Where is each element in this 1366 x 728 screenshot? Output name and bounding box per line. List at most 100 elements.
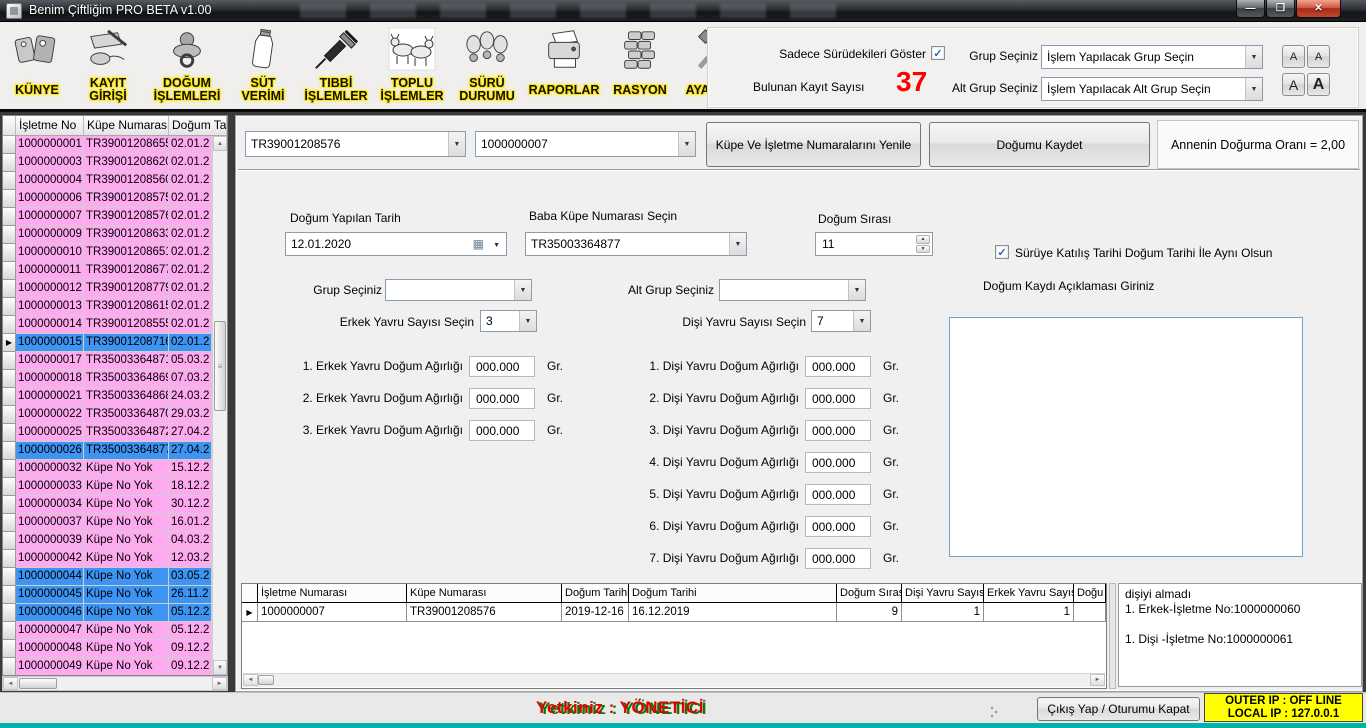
subgroup-select-combo[interactable]: İşlem Yapılacak Alt Grup Seçin [1041, 77, 1263, 101]
weight-input[interactable]: 000.000 [469, 388, 535, 409]
cell[interactable]: Küpe No Yok [84, 514, 169, 532]
cell[interactable]: Küpe No Yok [84, 532, 169, 550]
vertical-scrollbar[interactable] [1109, 583, 1116, 689]
cell[interactable]: TR39001208576 [84, 208, 169, 226]
cell[interactable]: TR35003364870 [84, 406, 169, 424]
row-selector[interactable] [3, 424, 16, 442]
animal-row[interactable]: 1000000003TR3900120862002.01.2 [3, 154, 212, 172]
column-header[interactable]: Doğum Tarihi [562, 584, 629, 602]
birth-grid-row[interactable]: 1000000007 TR39001208576 2019-12-16 16.1… [242, 603, 1106, 622]
cell[interactable]: 02.01.2 [169, 190, 212, 208]
animal-row[interactable]: 1000000018TR3500336486907.03.2 [3, 370, 212, 388]
cell[interactable]: 1000000047 [16, 622, 84, 640]
row-selector[interactable] [3, 172, 16, 190]
toolbar-item-dogum-islemleri[interactable]: DOĞUM İŞLEMLERİ [146, 24, 228, 108]
cell[interactable]: 1000000048 [16, 640, 84, 658]
cell[interactable]: 1000000012 [16, 280, 84, 298]
animal-row[interactable]: 1000000022TR3500336487029.03.2 [3, 406, 212, 424]
cell[interactable]: 1000000046 [16, 604, 84, 622]
cell[interactable]: 2019-12-16 [562, 603, 629, 621]
cell[interactable]: 02.01.2 [169, 280, 212, 298]
column-header[interactable]: Doğum Tarihi [629, 584, 837, 602]
row-selector[interactable] [3, 658, 16, 675]
weight-input[interactable]: 000.000 [805, 548, 871, 569]
cell[interactable]: 07.03.2 [169, 370, 212, 388]
animal-row[interactable]: 1000000042Küpe No Yok12.03.2 [3, 550, 212, 568]
cell[interactable]: Küpe No Yok [84, 568, 169, 586]
row-selector[interactable] [3, 154, 16, 172]
cell[interactable]: 26.11.2 [169, 586, 212, 604]
cell[interactable]: 02.01.2 [169, 334, 212, 352]
animal-row[interactable]: 1000000045Küpe No Yok26.11.2 [3, 586, 212, 604]
animal-row[interactable]: 1000000004TR3900120856002.01.2 [3, 172, 212, 190]
horizontal-scrollbar[interactable] [243, 673, 1105, 687]
cell[interactable]: TR39001208651 [84, 244, 169, 262]
row-selector[interactable] [3, 622, 16, 640]
cell[interactable]: TR35003364872 [84, 424, 169, 442]
cell[interactable]: TR39001208560 [84, 172, 169, 190]
chevron-down-icon[interactable] [1245, 78, 1262, 100]
weight-input[interactable]: 000.000 [805, 388, 871, 409]
row-selector[interactable] [3, 586, 16, 604]
scroll-left-icon[interactable] [243, 674, 258, 686]
column-header[interactable]: Dişi Yavru Sayısı [902, 584, 984, 602]
cell[interactable]: 1000000014 [16, 316, 84, 334]
cell[interactable]: TR39001208716 [84, 334, 169, 352]
font-small-button-2[interactable]: A [1307, 45, 1330, 68]
cell[interactable]: 1000000025 [16, 424, 84, 442]
weight-input[interactable]: 000.000 [469, 420, 535, 441]
weight-input[interactable]: 000.000 [469, 356, 535, 377]
cell[interactable]: 1000000011 [16, 262, 84, 280]
cell[interactable]: 1000000039 [16, 532, 84, 550]
cell[interactable]: 02.01.2 [169, 154, 212, 172]
row-selector[interactable] [3, 370, 16, 388]
row-selector[interactable] [3, 388, 16, 406]
animal-row[interactable]: 1000000039Küpe No Yok04.03.2 [3, 532, 212, 550]
cell[interactable]: 16.01.2 [169, 514, 212, 532]
cell[interactable]: 1000000006 [16, 190, 84, 208]
cell[interactable]: 27.04.2 [169, 442, 212, 460]
cell[interactable]: 24.03.2 [169, 388, 212, 406]
cell[interactable]: TR39001208633 [84, 226, 169, 244]
cell[interactable]: Küpe No Yok [84, 586, 169, 604]
row-selector[interactable] [3, 406, 16, 424]
row-selector[interactable] [3, 460, 16, 478]
toolbar-item-toplu-islemler[interactable]: TOPLU İŞLEMLER [374, 24, 450, 108]
vertical-scrollbar[interactable] [212, 136, 227, 675]
cell[interactable]: 02.01.2 [169, 226, 212, 244]
row-selector[interactable] [3, 280, 16, 298]
row-selector[interactable] [3, 568, 16, 586]
cell[interactable]: Küpe No Yok [84, 640, 169, 658]
cell[interactable]: TR35003364869 [84, 370, 169, 388]
scroll-up-icon[interactable] [213, 136, 227, 151]
column-header-dogum-tarihi[interactable]: Doğum Tarihi [169, 116, 227, 136]
cell[interactable]: 1000000044 [16, 568, 84, 586]
cell[interactable]: 18.12.2 [169, 478, 212, 496]
row-selector[interactable] [3, 442, 16, 460]
animal-row[interactable]: 1000000034Küpe No Yok30.12.2 [3, 496, 212, 514]
scroll-right-icon[interactable] [1090, 674, 1105, 686]
animal-row[interactable]: 1000000044Küpe No Yok03.05.2 [3, 568, 212, 586]
cell[interactable]: 1000000017 [16, 352, 84, 370]
same-date-checkbox[interactable] [995, 245, 1009, 259]
cell[interactable]: 1 [902, 603, 984, 621]
cell[interactable]: 02.01.2 [169, 298, 212, 316]
column-header-isletme-no[interactable]: İşletme No [16, 116, 84, 136]
toolbar-item-tibbi-islemler[interactable]: TIBBİ İŞLEMLER [298, 24, 374, 108]
cell[interactable]: 1000000021 [16, 388, 84, 406]
cell[interactable]: 02.01.2 [169, 172, 212, 190]
row-selector[interactable] [3, 496, 16, 514]
weight-input[interactable]: 000.000 [805, 452, 871, 473]
row-selector[interactable] [242, 603, 258, 621]
animal-row[interactable]: 1000000015TR3900120871602.01.2 [3, 334, 212, 352]
animal-row[interactable]: 1000000025TR3500336487227.04.2 [3, 424, 212, 442]
cell[interactable]: 02.01.2 [169, 262, 212, 280]
cell[interactable]: 30.12.2 [169, 496, 212, 514]
cell[interactable]: 1000000009 [16, 226, 84, 244]
animal-row[interactable]: 1000000033Küpe No Yok18.12.2 [3, 478, 212, 496]
cell[interactable]: 12.03.2 [169, 550, 212, 568]
cell[interactable]: 1000000007 [258, 603, 407, 621]
cell[interactable]: 1000000033 [16, 478, 84, 496]
font-small-button-1[interactable]: A [1282, 45, 1305, 68]
weight-input[interactable]: 000.000 [805, 420, 871, 441]
